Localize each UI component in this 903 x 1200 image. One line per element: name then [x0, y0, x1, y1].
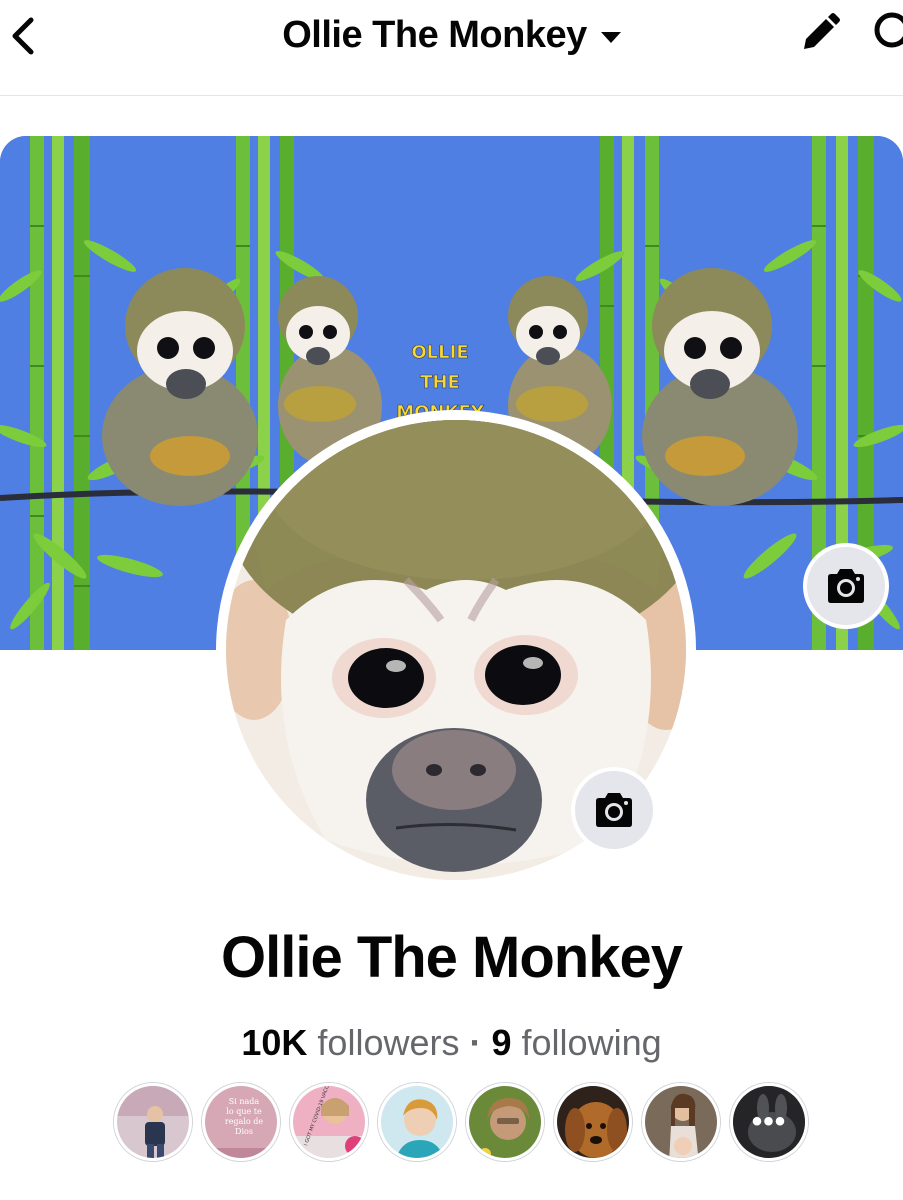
- stats-separator: ·: [469, 1022, 482, 1063]
- follower-avatar[interactable]: [466, 1083, 544, 1161]
- followers-link[interactable]: 10K followers: [241, 1022, 459, 1063]
- follower-avatar[interactable]: Si nada lo que te regalo de Dios: [202, 1083, 280, 1161]
- follower-photo: [557, 1086, 629, 1158]
- svg-text:Si nada: Si nada: [229, 1097, 260, 1106]
- following-link[interactable]: 9 following: [491, 1022, 661, 1063]
- follower-avatar[interactable]: [642, 1083, 720, 1161]
- edit-button[interactable]: [794, 10, 846, 56]
- edit-profile-picture-button[interactable]: [571, 767, 657, 853]
- follower-avatar[interactable]: [378, 1083, 456, 1161]
- pencil-icon: [804, 13, 840, 49]
- search-icon: [874, 12, 903, 48]
- svg-text:lo que te: lo que te: [226, 1107, 262, 1116]
- following-count: 9: [491, 1022, 512, 1063]
- more-icon: •••: [733, 1086, 805, 1158]
- svg-text:THE: THE: [420, 372, 460, 393]
- follower-photo: [117, 1086, 189, 1158]
- follower-avatar[interactable]: [554, 1083, 632, 1161]
- following-label: following: [521, 1022, 662, 1063]
- camera-icon: [596, 793, 632, 827]
- svg-text:OLLIE: OLLIE: [411, 342, 468, 363]
- search-button[interactable]: [866, 10, 903, 56]
- follower-avatar[interactable]: [114, 1083, 192, 1161]
- follower-photo: I GOT MY COVID-19 VACCINE: [293, 1086, 365, 1158]
- top-bar: Ollie The Monkey: [0, 0, 903, 96]
- svg-text:Dios: Dios: [235, 1127, 253, 1136]
- followers-label: followers: [317, 1022, 460, 1063]
- follower-avatars-row: Si nada lo que te regalo de Dios I GOT M…: [114, 1083, 808, 1163]
- profile-switcher[interactable]: Ollie The Monkey: [0, 12, 903, 58]
- camera-icon: [828, 569, 864, 603]
- follower-photo: [381, 1086, 453, 1158]
- follower-avatar[interactable]: I GOT MY COVID-19 VACCINE: [290, 1083, 368, 1161]
- follower-photo: [645, 1086, 717, 1158]
- follower-photo: [469, 1086, 541, 1158]
- page-title: Ollie The Monkey: [282, 13, 587, 56]
- profile-name: Ollie The Monkey: [221, 925, 683, 990]
- svg-text:regalo de: regalo de: [225, 1117, 263, 1126]
- see-more-followers[interactable]: •••: [730, 1083, 808, 1161]
- followers-count: 10K: [241, 1022, 308, 1063]
- follow-stats: 10K followers · 9 following: [0, 1022, 903, 1064]
- caret-down-icon: [600, 31, 621, 43]
- follower-photo: Si nada lo que te regalo de Dios: [205, 1086, 277, 1158]
- edit-cover-photo-button[interactable]: [803, 543, 889, 629]
